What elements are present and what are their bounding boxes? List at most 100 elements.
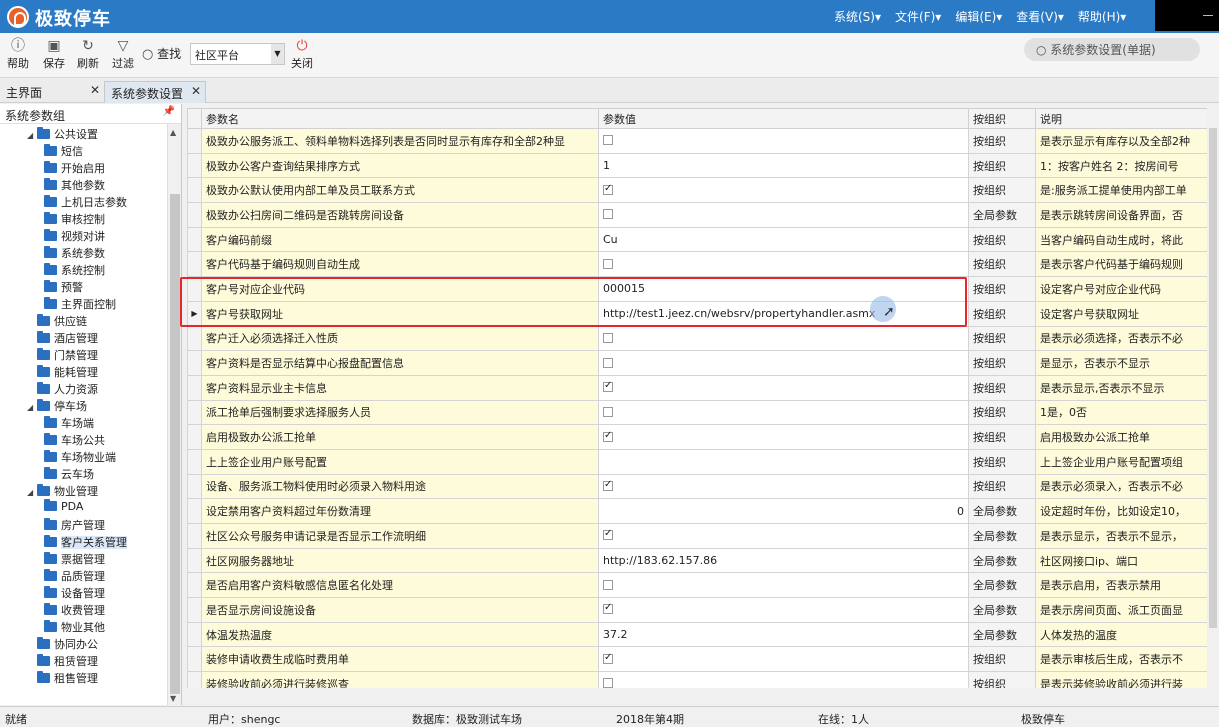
row-indicator[interactable] [187,646,202,673]
param-description-cell[interactable]: 社区网接口ip、端口 [1035,547,1207,574]
tree-item[interactable]: 酒店管理 [27,330,98,347]
param-org-cell[interactable]: 全局参数 [968,202,1036,228]
param-org-cell[interactable]: 全局参数 [968,597,1036,623]
param-org-cell[interactable]: 按组织 [968,226,1036,253]
param-description-cell[interactable]: 是显示，否表示不显示 [1035,350,1207,376]
tree-item[interactable]: 品质管理 [44,568,105,585]
tree-item[interactable]: 其他参数 [44,177,105,194]
param-org-cell[interactable]: 按组织 [968,448,1036,475]
tree-item[interactable]: 客户关系管理 [44,534,127,551]
tree-item[interactable]: 收费管理 [44,602,105,619]
row-indicator[interactable] [187,202,202,228]
tree-item[interactable]: 车场公共 [44,432,105,449]
param-value-checkbox-cell[interactable] [598,325,969,352]
param-name-cell[interactable]: 装修验收前必须进行装修巡查 [201,671,599,688]
row-indicator[interactable]: ▶ [187,300,202,327]
tree-item[interactable]: 设备管理 [44,585,105,602]
header-param-value[interactable]: 参数值 [598,108,969,129]
close-button[interactable]: ⏻ 关闭 [285,37,319,71]
scroll-thumb[interactable] [170,194,180,694]
param-value-checkbox-cell[interactable] [598,202,969,228]
row-indicator[interactable] [187,325,202,352]
table-row[interactable]: 极致办公默认使用内部工单及员工联系方式 按组织是:服务派工提单使用内部工单 [187,177,1207,204]
param-name-cell[interactable]: 启用极致办公派工抢单 [201,424,599,450]
param-org-cell[interactable]: 按组织 [968,177,1036,204]
param-name-cell[interactable]: 设定禁用客户资料超过年份数清理 [201,498,599,524]
table-row[interactable]: 客户编码前缀 Cu 按组织 当客户编码自动生成时，将此 [187,226,1207,253]
row-indicator[interactable] [187,671,202,688]
param-description-cell[interactable]: 是表示装修验收前必须进行装 [1035,671,1207,688]
param-description-cell[interactable]: 是表示显示,否表示不显示 [1035,374,1207,401]
param-org-cell[interactable]: 全局参数 [968,547,1036,574]
param-checkbox[interactable] [603,209,613,220]
param-checkbox[interactable] [603,602,613,615]
tree-item[interactable]: PDA [44,499,83,517]
table-row[interactable]: 客户资料是否显示结算中心报盘配置信息 按组织 是显示，否表示不显示 [187,350,1207,376]
param-description-cell[interactable]: 是表示显示，否表示不显示， [1035,523,1207,549]
global-search-input[interactable]: ○ 系统参数设置(单据) [1024,38,1200,61]
scroll-thumb[interactable] [1209,128,1217,628]
table-row[interactable]: 设定禁用客户资料超过年份数清理 0 全局参数 设定超时年份，比如设定10， [187,498,1207,524]
param-name-cell[interactable]: 客户编码前缀 [201,226,599,253]
param-checkbox[interactable] [603,380,613,393]
row-indicator[interactable] [187,374,202,401]
param-checkbox[interactable] [603,678,613,688]
table-row[interactable]: 客户代码基于编码规则自动生成 按组织 是表示客户代码基于编码规则 [187,251,1207,278]
header-by-org[interactable]: 按组织 [968,108,1036,129]
tree-item[interactable]: 能耗管理 [27,364,98,381]
param-name-cell[interactable]: 客户号获取网址 [201,300,599,327]
tree-item[interactable]: 开始启用 [44,160,105,177]
row-indicator[interactable] [187,498,202,524]
param-value-cell[interactable]: 0 [598,498,969,524]
param-description-cell[interactable]: 是表示审核后生成，否表示不 [1035,646,1207,673]
param-name-cell[interactable]: 客户资料显示业主卡信息 [201,374,599,401]
row-indicator[interactable] [187,128,202,154]
param-description-cell[interactable]: 1：按客户姓名 2：按房间号 [1035,152,1207,179]
close-icon[interactable]: ✕ [191,84,201,98]
param-value-cell[interactable]: Cu [598,226,969,253]
param-org-cell[interactable]: 全局参数 [968,523,1036,549]
param-value-checkbox-cell[interactable] [598,473,969,500]
row-indicator[interactable] [187,597,202,623]
grid-scrollbar[interactable] [1207,108,1219,688]
tree-item[interactable]: ◢ 物业管理 [27,483,98,500]
tree-item[interactable]: ◢ 停车场 [27,398,87,415]
table-row[interactable]: 极致办公服务派工、领料单物料选择列表是否同时显示有库存和全部2种显 按组织 是表示显… [187,128,1207,154]
param-name-cell[interactable]: 设备、服务派工物料使用时必须录入物料用途 [201,473,599,500]
param-org-cell[interactable]: 按组织 [968,325,1036,352]
param-checkbox[interactable] [603,479,613,491]
tree-item[interactable]: 主界面控制 [44,296,116,313]
param-org-cell[interactable]: 按组织 [968,671,1036,688]
chevron-down-icon[interactable]: ▼ [271,44,284,64]
expand-icon[interactable]: ◢ [27,403,37,412]
tree-item[interactable]: 车场端 [44,415,94,432]
tree-item[interactable]: 票据管理 [44,551,105,568]
param-description-cell[interactable]: 是表示房间页面、派工页面显 [1035,597,1207,623]
param-name-cell[interactable]: 社区公众号服务申请记录是否显示工作流明细 [201,523,599,549]
param-name-cell[interactable]: 极致办公客户查询结果排序方式 [201,152,599,179]
param-name-cell[interactable]: 极致办公服务派工、领料单物料选择列表是否同时显示有库存和全部2种显 [201,128,599,154]
tree-item[interactable]: 租赁管理 [27,653,98,670]
param-checkbox[interactable] [603,357,613,368]
scroll-down-icon[interactable]: ▼ [170,694,176,703]
param-description-cell[interactable]: 是表示跳转房间设备界面，否 [1035,202,1207,228]
expand-icon[interactable]: ◢ [27,488,37,497]
param-name-cell[interactable]: 是否显示房间设施设备 [201,597,599,623]
param-description-cell[interactable]: 是表示必须选择，否表示不必 [1035,325,1207,352]
table-row[interactable]: 派工抢单后强制要求选择服务人员 按组织 1是，0否 [187,399,1207,426]
param-name-cell[interactable]: 体温发热温度 [201,621,599,648]
param-description-cell[interactable]: 是:服务派工提单使用内部工单 [1035,177,1207,204]
tree-item[interactable]: 物业其他 [44,619,105,636]
table-row[interactable]: 装修验收前必须进行装修巡查 按组织 是表示装修验收前必须进行装 [187,671,1207,688]
param-checkbox[interactable] [603,332,613,343]
tree-item[interactable]: 上机日志参数 [44,194,127,211]
menu-help[interactable]: 帮助(H)▾ [1078,8,1126,25]
param-value-checkbox-cell[interactable] [598,424,969,450]
param-name-cell[interactable]: 装修申请收费生成临时费用单 [201,646,599,673]
param-checkbox[interactable] [603,183,613,195]
row-indicator[interactable] [187,523,202,549]
tree-item[interactable]: 系统控制 [44,262,105,279]
row-indicator[interactable] [187,226,202,253]
param-value-cell[interactable]: 37.2 [598,621,969,648]
table-row[interactable]: 客户资料显示业主卡信息 按组织是表示显示,否表示不显示 [187,374,1207,401]
